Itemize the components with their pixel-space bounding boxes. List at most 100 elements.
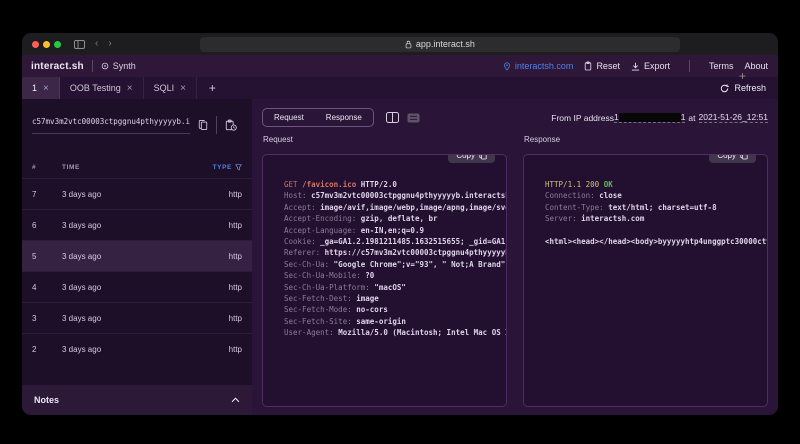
tab-list: 1×OOB Testing×SQLI× — [22, 77, 197, 99]
notes-bar[interactable]: Notes — [22, 385, 252, 415]
code-line: Accept: image/avif,image/webp,image/apng… — [284, 202, 498, 213]
download-icon — [631, 62, 640, 71]
desktop-background: ‹ › app.interact.sh + interact.sh Synth — [0, 0, 800, 444]
code-line: Sec-Fetch-Dest: image — [284, 293, 498, 304]
divider — [689, 60, 690, 72]
code-line: Sec-Ch-Ua-Mobile: ?0 — [284, 270, 498, 281]
divider — [216, 116, 217, 134]
code-line: Connection: close — [545, 190, 759, 201]
terms-link[interactable]: Terms — [709, 61, 734, 71]
copy-request-button[interactable]: Copy — [448, 154, 495, 163]
close-window-button[interactable] — [32, 41, 39, 48]
main-toolbar: Request Response From IP address11at2021… — [252, 99, 778, 131]
server-link[interactable]: interactsh.com — [503, 61, 574, 71]
column-type-label: TYPE — [213, 164, 232, 171]
ip-first-char: 1 — [614, 112, 619, 122]
tab-oob-testing[interactable]: OOB Testing × — [60, 77, 144, 99]
copy-response-button[interactable]: Copy — [709, 154, 756, 163]
code-line: Sec-Ch-Ua: "Google Chrome";v="93", " Not… — [284, 259, 498, 270]
request-tab[interactable]: Request — [263, 109, 315, 126]
close-icon[interactable]: × — [127, 83, 133, 94]
copy-response-label: Copy — [717, 154, 736, 160]
tab-label: OOB Testing — [70, 83, 121, 93]
table-row[interactable]: 43 days agohttp — [22, 271, 252, 302]
tab-label: SQLI — [154, 83, 175, 93]
response-pane-title: Response — [524, 135, 768, 144]
code-line: User-Agent: Mozilla/5.0 (Macintosh; Inte… — [284, 327, 498, 338]
about-link[interactable]: About — [744, 61, 768, 71]
browser-chrome: ‹ › app.interact.sh + — [22, 33, 778, 55]
copy-icon[interactable] — [198, 119, 208, 131]
code-line: GET /favicon.ico HTTP/2.0 — [284, 179, 498, 190]
code-line: Referer: https://c57mv3m2vtc00003ctpggnu… — [284, 247, 498, 258]
lock-icon — [405, 40, 412, 49]
close-icon[interactable]: × — [43, 83, 49, 94]
cell-time: 3 days ago — [62, 252, 229, 261]
sidebar: c57mv3m2vtc00003ctpggnu4pthyyyyyb.inter.… — [22, 99, 252, 415]
add-tab-button[interactable]: + — [197, 77, 228, 99]
reset-button[interactable]: Reset — [584, 61, 620, 71]
column-index: # — [32, 164, 62, 171]
cell-index: 4 — [32, 283, 62, 292]
address-bar[interactable]: app.interact.sh — [200, 37, 680, 52]
table-row[interactable]: 63 days agohttp — [22, 209, 252, 240]
tab-1[interactable]: 1× — [22, 77, 60, 99]
list-view-icon[interactable] — [407, 113, 420, 123]
target-icon — [101, 62, 109, 70]
new-browser-tab-button[interactable]: + — [739, 69, 746, 83]
response-tab[interactable]: Response — [315, 109, 373, 126]
sidebar-toggle-icon[interactable] — [74, 40, 85, 49]
response-code[interactable]: HTTP/1.1 200 OKConnection: closeContent-… — [524, 155, 767, 257]
ip-last-char: 1 — [681, 112, 686, 122]
cell-type: http — [229, 221, 242, 230]
table-row[interactable]: 33 days agohttp — [22, 302, 252, 333]
app-logo: interact.sh — [31, 61, 84, 72]
minimize-window-button[interactable] — [43, 41, 50, 48]
cell-type: http — [229, 252, 242, 261]
request-code[interactable]: GET /favicon.ico HTTP/2.0Host: c57mv3m2v… — [263, 155, 506, 349]
request-pane-box: Copy GET /favicon.ico HTTP/2.0Host: c57m… — [262, 154, 507, 407]
chevron-up-icon[interactable] — [231, 397, 240, 403]
synth-toggle[interactable]: Synth — [101, 61, 136, 71]
tab-sqli[interactable]: SQLI × — [144, 77, 197, 99]
column-type[interactable]: TYPE — [213, 164, 242, 171]
table-row[interactable]: 73 days agohttp — [22, 178, 252, 209]
request-pane-title: Request — [263, 135, 507, 144]
maximize-window-button[interactable] — [54, 41, 61, 48]
code-line: Sec-Ch-Ua-Platform: "macOS" — [284, 282, 498, 293]
code-line: <html><head></head><body>byyyyyhtp4unggp… — [545, 236, 759, 247]
filter-icon[interactable] — [235, 164, 242, 171]
server-location-icon — [503, 62, 511, 71]
refresh-label: Refresh — [734, 83, 766, 93]
url-text: app.interact.sh — [416, 39, 475, 49]
cell-index: 5 — [32, 252, 62, 261]
reset-label: Reset — [596, 61, 620, 71]
layout-icons — [386, 112, 420, 123]
back-icon[interactable]: ‹ — [95, 39, 98, 49]
code-line: Server: interactsh.com — [545, 213, 759, 224]
export-button[interactable]: Export — [631, 61, 670, 71]
clipboard-clock-icon[interactable] — [225, 119, 237, 131]
refresh-icon — [720, 84, 729, 93]
browser-window: ‹ › app.interact.sh + interact.sh Synth — [22, 33, 778, 415]
tab-label: 1 — [32, 83, 37, 93]
payload-url[interactable]: c57mv3m2vtc00003ctpggnu4pthyyyyyb.inter.… — [32, 117, 190, 134]
split-view-icon[interactable] — [386, 112, 399, 123]
clipboard-icon — [584, 61, 592, 71]
code-line: Sec-Fetch-Mode: no-cors — [284, 304, 498, 315]
cell-time: 3 days ago — [62, 221, 229, 230]
origin-timestamp: 2021-51-26_12:51 — [699, 112, 768, 123]
forward-icon[interactable]: › — [108, 39, 111, 49]
main-panel: Request Response From IP address11at2021… — [252, 99, 778, 415]
column-time: TIME — [62, 164, 213, 171]
code-line: Cookie: _ga=GA1.2.1981211485.1632515655;… — [284, 236, 498, 247]
cell-type: http — [229, 345, 242, 354]
code-line: Host: c57mv3m2vtc00003ctpggnu4pthyyyyyb.… — [284, 190, 498, 201]
table-row[interactable]: 23 days agohttp — [22, 333, 252, 364]
close-icon[interactable]: × — [180, 83, 186, 94]
table-row[interactable]: 53 days agohttp — [22, 240, 252, 271]
redacted-ip — [619, 113, 681, 122]
interaction-rows: 73 days agohttp63 days agohttp53 days ag… — [22, 178, 252, 385]
request-pane: Request Copy GET /favicon.ico HTTP/2.0Ho… — [262, 133, 507, 407]
cell-index: 2 — [32, 345, 62, 354]
